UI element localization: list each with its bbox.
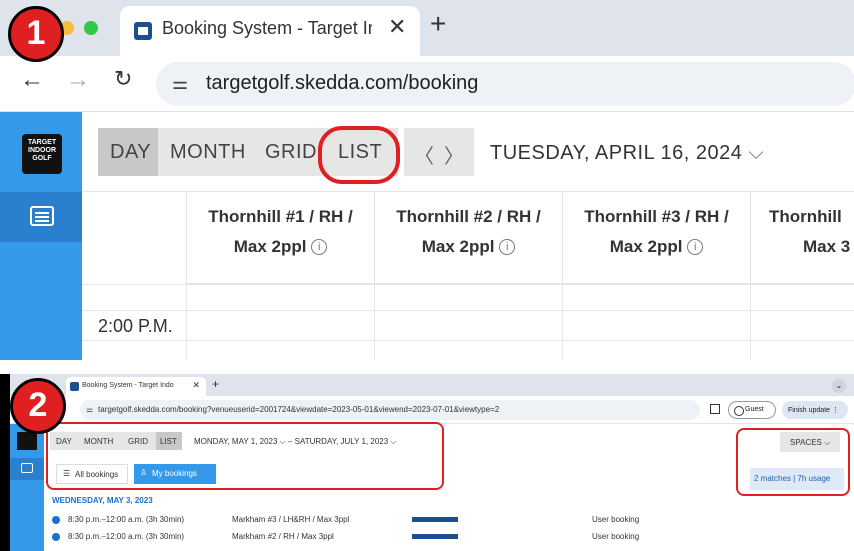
schedule-grid: Thornhill #1 / RH / Max 2ppl i Thornhill … xyxy=(82,192,854,360)
space-column-header[interactable]: Thornhill #2 / RH / Max 2ppl i xyxy=(374,192,562,284)
step-badge: 2 xyxy=(10,378,66,434)
close-tab-icon[interactable]: ✕ xyxy=(192,380,200,391)
site-settings-icon[interactable]: ⚌ xyxy=(172,73,188,94)
url-text: targetgolf.skedda.com/booking xyxy=(206,72,479,94)
grid-line xyxy=(374,284,375,360)
sidebar-item-list[interactable] xyxy=(0,192,82,242)
column-capacity: Max 2ppl xyxy=(233,237,307,256)
tab-search-icon[interactable]: ⌄ xyxy=(832,379,846,393)
browser-tab-strip: Booking System - Target Indo ✕ + xyxy=(0,0,854,56)
app-sidebar xyxy=(10,424,44,551)
skedda-favicon-icon xyxy=(70,382,79,391)
time-label: 2:00 P.M. xyxy=(98,316,173,336)
grid-line xyxy=(562,284,563,360)
side-panel-icon[interactable] xyxy=(710,404,720,414)
finish-update-button[interactable]: Finish update ⋮ xyxy=(782,401,848,419)
address-bar[interactable]: ⚌ targetgolf.skedda.com/booking xyxy=(156,62,854,106)
browser-toolbar: ← → ↻ ⚌ targetgolf.skedda.com/booking xyxy=(0,56,854,112)
list-view-icon xyxy=(21,463,33,473)
view-grid-button[interactable]: GRID xyxy=(265,128,317,176)
column-title: Thornhill #1 / RH / xyxy=(208,207,353,226)
browser-toolbar: ⚌ targetgolf.skedda.com/booking?venueuse… xyxy=(10,396,854,424)
panel-border xyxy=(0,374,10,551)
grid-line xyxy=(82,340,854,341)
space-column-header[interactable]: Thornhill #3 / RH / Max 2ppl i xyxy=(562,192,750,284)
date-arrows: 〈 〉 xyxy=(404,128,474,176)
browser-tab-strip: Booking System - Target Indo ✕ + ⌄ xyxy=(10,374,854,396)
list-highlight-circle xyxy=(318,126,400,184)
forward-icon[interactable]: → xyxy=(66,66,90,94)
app-sidebar: TARGET INDOOR GOLF xyxy=(0,112,82,360)
step-badge: 1 xyxy=(8,6,64,62)
grid-line xyxy=(186,284,187,360)
reload-icon[interactable]: ↻ xyxy=(114,66,132,92)
tab-title: Booking System - Target Indo xyxy=(82,382,174,389)
close-tab-icon[interactable]: ✕ xyxy=(388,14,406,40)
booking-row[interactable]: 8:30 p.m.–12:00 a.m. (3h 30min) Markham … xyxy=(52,531,852,545)
screenshot-panel-1: Booking System - Target Indo ✕ + ← → ↻ ⚌… xyxy=(0,0,854,360)
booking-dot-icon xyxy=(52,516,60,524)
grid-line xyxy=(82,284,854,285)
booking-type: User booking xyxy=(592,532,640,541)
column-capacity: Max 3 xyxy=(803,237,851,256)
day-heading: WEDNESDAY, MAY 3, 2023 xyxy=(52,496,153,505)
info-icon[interactable]: i xyxy=(311,239,328,255)
booking-row[interactable]: 8:30 p.m.–12:00 a.m. (3h 30min) Markham … xyxy=(52,514,852,528)
url-text: targetgolf.skedda.com/booking?venueuseri… xyxy=(98,405,500,414)
current-date-picker[interactable]: TUESDAY, APRIL 16, 2024 ⌵ xyxy=(490,142,764,165)
view-toolbar: DAY MONTH GRID LIST 〈 〉 TUESDAY, APRIL 1… xyxy=(82,112,854,192)
redacted-name xyxy=(412,517,458,522)
space-column-header[interactable]: Thornhill Max 3 xyxy=(750,192,854,284)
redacted-name xyxy=(412,534,458,539)
tab-title: Booking System - Target Indo xyxy=(162,18,372,38)
maximize-dot[interactable] xyxy=(84,21,98,35)
back-icon[interactable]: ← xyxy=(20,66,44,94)
browser-tab[interactable]: Booking System - Target Indo ✕ xyxy=(120,6,420,56)
booking-dot-icon xyxy=(52,533,60,541)
grid-line xyxy=(82,310,854,311)
screenshot-panel-2: Booking System - Target Indo ✕ + ⌄ ⚌ tar… xyxy=(0,374,854,551)
skedda-favicon-icon xyxy=(134,22,152,40)
panel-separator xyxy=(0,360,854,374)
booking-space: Markham #3 / LH&RH / Max 3ppl xyxy=(232,515,350,524)
new-tab-icon[interactable]: + xyxy=(212,377,219,391)
view-month-button[interactable]: MONTH xyxy=(170,128,246,176)
summary-highlight xyxy=(736,428,850,496)
column-capacity: Max 2ppl xyxy=(609,237,683,256)
next-date-icon[interactable]: 〉 xyxy=(444,140,464,169)
space-column-header[interactable]: Thornhill #1 / RH / Max 2ppl i xyxy=(186,192,374,284)
browser-tab[interactable]: Booking System - Target Indo ✕ xyxy=(66,377,206,396)
view-controls-highlight xyxy=(46,422,444,490)
booking-time: 8:30 p.m.–12:00 a.m. (3h 30min) xyxy=(68,532,185,541)
current-date-label: TUESDAY, APRIL 16, 2024 xyxy=(490,142,743,164)
view-day-button[interactable]: DAY xyxy=(110,128,151,176)
venue-logo: TARGET INDOOR GOLF xyxy=(22,134,62,174)
new-tab-icon[interactable]: + xyxy=(430,8,446,40)
grid-line xyxy=(750,284,751,360)
finish-update-label: Finish update xyxy=(788,407,831,414)
list-view-icon xyxy=(30,206,54,226)
column-title: Thornhill xyxy=(769,207,842,226)
venue-logo xyxy=(17,432,37,450)
info-icon[interactable]: i xyxy=(687,239,704,255)
info-icon[interactable]: i xyxy=(499,239,516,255)
column-title: Thornhill #3 / RH / xyxy=(584,207,729,226)
column-capacity: Max 2ppl xyxy=(421,237,495,256)
address-bar[interactable]: ⚌ targetgolf.skedda.com/booking?venueuse… xyxy=(80,400,700,420)
prev-date-icon[interactable]: 〈 xyxy=(414,140,434,169)
column-title: Thornhill #2 / RH / xyxy=(396,207,541,226)
chevron-down-icon: ⌵ xyxy=(748,142,765,164)
booking-type: User booking xyxy=(592,515,640,524)
guest-profile-button[interactable]: Guest xyxy=(728,401,776,419)
booking-space: Markham #2 / RH / Max 3ppl xyxy=(232,532,334,541)
site-settings-icon[interactable]: ⚌ xyxy=(86,405,93,414)
booking-time: 8:30 p.m.–12:00 a.m. (3h 30min) xyxy=(68,515,185,524)
